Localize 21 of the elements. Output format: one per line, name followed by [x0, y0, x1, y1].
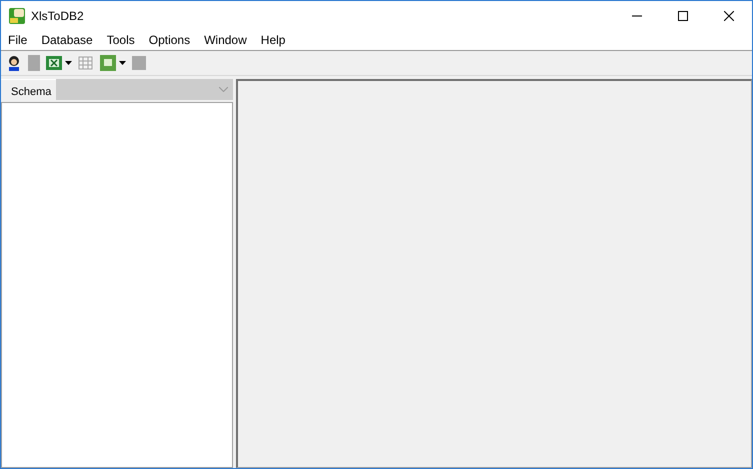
menu-item[interactable]: Options — [142, 33, 198, 47]
caret-icon — [65, 61, 72, 65]
grid-icon — [78, 55, 94, 71]
toolbar-button[interactable] — [45, 54, 73, 72]
caret-icon — [119, 61, 126, 65]
menu-item[interactable]: Help — [254, 33, 292, 47]
maximize-icon — [678, 10, 688, 20]
document-icon — [28, 55, 40, 71]
chevron-down-icon — [219, 87, 228, 92]
menu-item[interactable]: Window — [197, 33, 254, 47]
app-icon — [9, 8, 25, 24]
menu-item[interactable]: Tools — [100, 33, 142, 47]
toolbar-button[interactable] — [99, 54, 127, 72]
spreadsheet-icon — [46, 55, 62, 71]
document-icon — [100, 55, 116, 71]
close-icon — [724, 10, 734, 20]
window-title: XlsToDB2 — [31, 8, 85, 22]
person-icon — [6, 55, 22, 71]
menu-item[interactable]: Database — [34, 33, 100, 47]
square-icon — [132, 56, 146, 70]
menu-item[interactable]: File — [1, 33, 34, 47]
